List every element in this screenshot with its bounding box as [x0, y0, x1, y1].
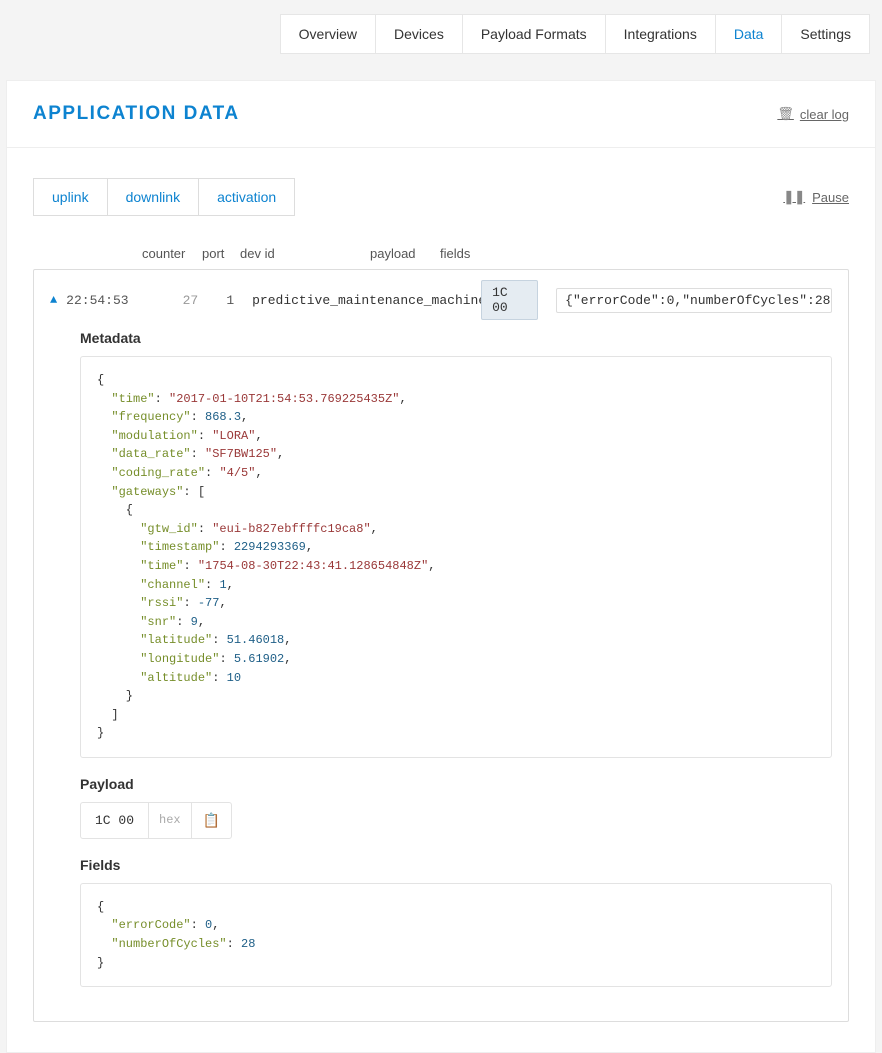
tab-devices[interactable]: Devices — [375, 14, 463, 54]
entry-fields-inline[interactable]: {"errorCode":0,"numberOfCycles":28} ⌄ — [556, 288, 832, 313]
filter-row: uplink downlink activation ❚❚ Pause — [33, 178, 849, 216]
metadata-json: { "time": "2017-01-10T21:54:53.769225435… — [80, 356, 832, 758]
panel-body: uplink downlink activation ❚❚ Pause coun… — [7, 148, 875, 1052]
col-payload: payload — [370, 246, 440, 261]
col-counter: counter — [142, 246, 202, 261]
entry-fields-text: {"errorCode":0,"numberOfCycles":28} — [565, 293, 832, 308]
trash-icon: 🗑 — [777, 106, 794, 122]
payload-value: 1C 00 — [81, 803, 148, 838]
entry-port: 1 — [198, 293, 234, 308]
panel-header: APPLICATION DATA 🗑 clear log — [7, 81, 875, 148]
col-devid: dev id — [240, 246, 370, 261]
col-fields: fields — [440, 246, 470, 261]
filter-tabs: uplink downlink activation — [33, 178, 295, 216]
tab-overview[interactable]: Overview — [280, 14, 376, 54]
panel-title: APPLICATION DATA — [33, 103, 240, 125]
copy-icon[interactable]: 📋 — [191, 803, 231, 838]
fields-json: { "errorCode": 0, "numberOfCycles": 28 } — [80, 883, 832, 987]
data-entries: ▲ 22:54:53 27 1 predictive_maintenance_m… — [33, 269, 849, 1022]
entry-payload-badge: 1C 00 — [481, 280, 538, 320]
entry-detail: Metadata { "time": "2017-01-10T21:54:53.… — [50, 330, 832, 987]
tab-payload-formats[interactable]: Payload Formats — [462, 14, 606, 54]
filter-tab-activation[interactable]: activation — [198, 178, 295, 216]
data-row[interactable]: ▲ 22:54:53 27 1 predictive_maintenance_m… — [50, 272, 832, 330]
collapse-toggle-icon[interactable]: ▲ — [50, 293, 66, 307]
entry-counter: 27 — [144, 293, 198, 308]
tab-settings[interactable]: Settings — [781, 14, 870, 54]
payload-format-label: hex — [148, 803, 191, 838]
payload-box: 1C 00 hex 📋 — [80, 802, 232, 839]
clear-log-label: clear log — [800, 107, 849, 122]
top-nav: Overview Devices Payload Formats Integra… — [0, 0, 882, 54]
payload-title: Payload — [80, 776, 832, 792]
tab-data[interactable]: Data — [715, 14, 783, 54]
tab-integrations[interactable]: Integrations — [605, 14, 716, 54]
pause-icon: ❚❚ — [783, 189, 805, 205]
filter-tab-downlink[interactable]: downlink — [107, 178, 199, 216]
entry-time: 22:54:53 — [66, 293, 144, 308]
column-headers: counter port dev id payload fields — [33, 246, 849, 261]
filter-tab-uplink[interactable]: uplink — [33, 178, 108, 216]
col-port: port — [202, 246, 240, 261]
data-panel: APPLICATION DATA 🗑 clear log uplink down… — [6, 80, 876, 1053]
pause-label: Pause — [812, 190, 849, 205]
entry-dev-id: predictive_maintenance_machine_42 — [234, 293, 481, 308]
clear-log-button[interactable]: 🗑 clear log — [777, 106, 849, 122]
pause-button[interactable]: ❚❚ Pause — [783, 189, 849, 205]
metadata-title: Metadata — [80, 330, 832, 346]
fields-title: Fields — [80, 857, 832, 873]
